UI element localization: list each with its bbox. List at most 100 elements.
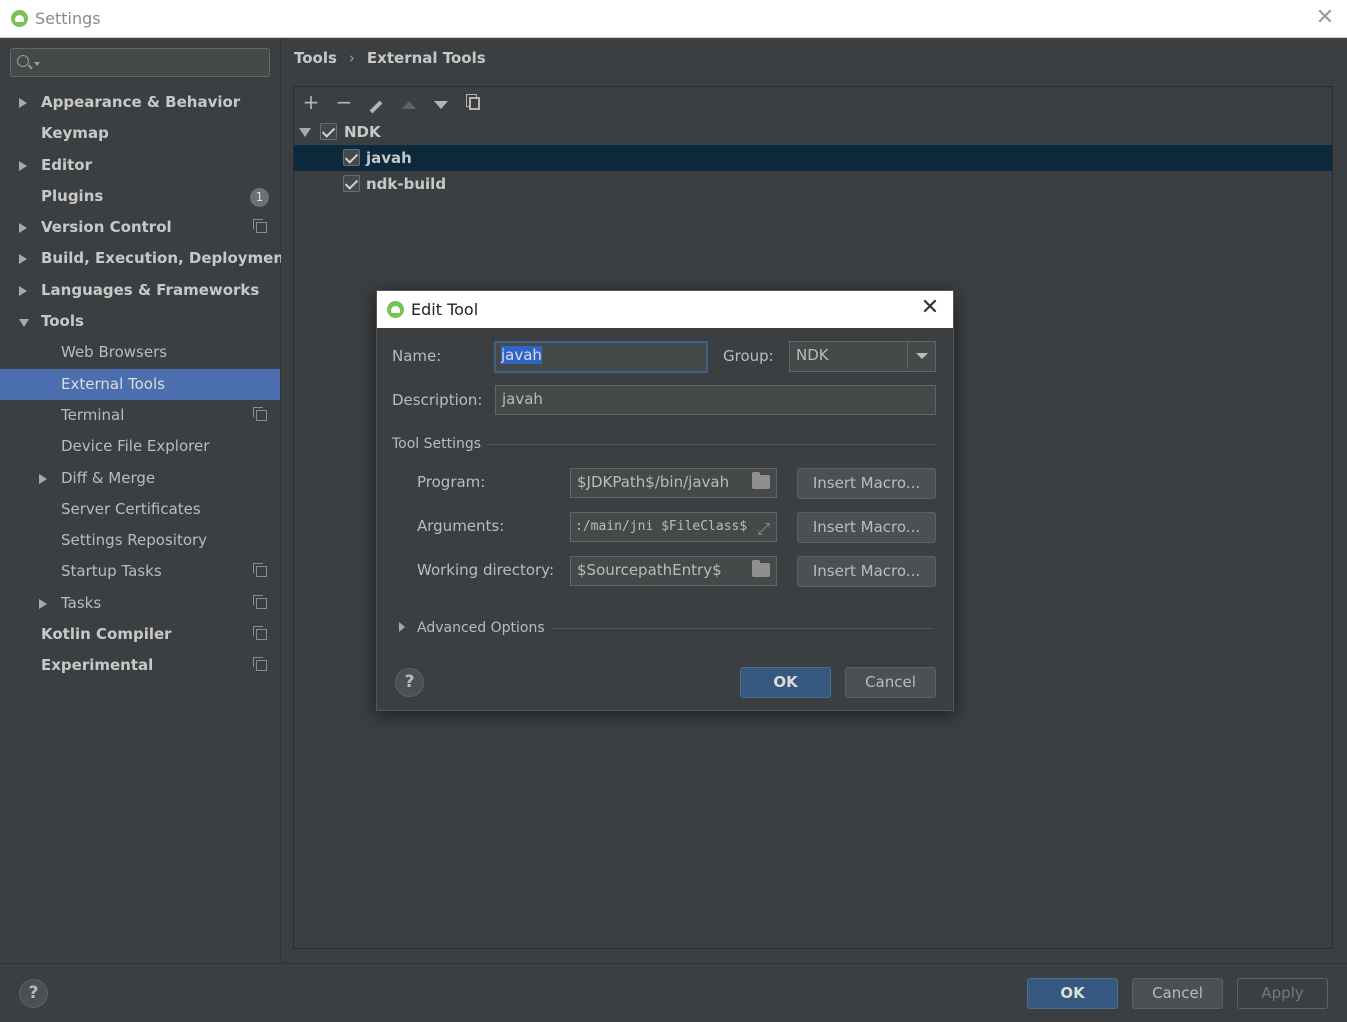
tool-group-ndk[interactable]: NDK [294, 119, 1332, 145]
breadcrumb-parent[interactable]: Tools [294, 49, 337, 67]
sidebar-item-keymap[interactable]: Keymap [0, 118, 280, 149]
sidebar-item-diff-merge[interactable]: Diff & Merge [0, 463, 280, 494]
description-field[interactable]: javah [495, 385, 936, 415]
move-up-button[interactable] [400, 94, 418, 112]
sidebar-item-label: Web Browsers [61, 343, 168, 362]
working-directory-field[interactable]: $SourcepathEntry$ [570, 556, 777, 586]
name-field[interactable]: javah [494, 341, 708, 373]
sidebar-item-editor[interactable]: Editor [0, 150, 280, 181]
settings-tree: Appearance & Behavior Keymap Editor Plugins… [0, 87, 291, 682]
sidebar-item-plugins[interactable]: Plugins 1 [0, 181, 280, 212]
collapsed-arrow-icon[interactable] [19, 285, 27, 296]
sidebar-item-server-certificates[interactable]: Server Certificates [0, 494, 280, 525]
updates-badge: 1 [250, 187, 269, 207]
sidebar-item-build-execution-deployment[interactable]: Build, Execution, Deployment [0, 243, 291, 274]
project-level-icon [253, 626, 267, 641]
tool-settings-label: Tool Settings [392, 436, 482, 452]
tool-item-ndk-build[interactable]: ndk-build [294, 171, 1332, 197]
project-level-icon [253, 219, 267, 234]
collapsed-arrow-icon[interactable] [19, 98, 27, 108]
ok-button[interactable]: OK [1027, 978, 1118, 1009]
edit-tool-button[interactable] [367, 94, 385, 114]
arguments-insert-macro-button[interactable]: Insert Macro... [797, 512, 936, 543]
search-history-caret-icon[interactable] [34, 62, 40, 66]
sidebar-item-label: Server Certificates [61, 499, 201, 518]
arguments-field[interactable]: :/main/jni $FileClass$ [570, 512, 777, 542]
expanded-arrow-icon[interactable] [299, 128, 311, 137]
tool-checkbox[interactable] [343, 175, 360, 192]
window-titlebar: Settings ✕ [0, 0, 1347, 38]
tool-checkbox[interactable] [343, 149, 360, 166]
window-close-icon[interactable]: ✕ [1313, 6, 1337, 30]
sidebar-item-label: Version Control [41, 218, 172, 237]
advanced-options-toggle[interactable]: Advanced Options [417, 620, 545, 636]
group-combobox[interactable]: NDK [789, 341, 936, 372]
copy-tool-button[interactable] [465, 94, 483, 112]
group-label: Group: [723, 347, 774, 365]
android-studio-icon [11, 10, 28, 27]
working-directory-insert-macro-button[interactable]: Insert Macro... [797, 556, 936, 587]
collapsed-arrow-icon[interactable] [19, 160, 27, 171]
collapsed-arrow-icon[interactable] [39, 598, 47, 609]
dialog-help-button[interactable]: ? [395, 668, 424, 697]
sidebar-item-label: Kotlin Compiler [41, 625, 172, 644]
settings-search[interactable] [10, 48, 270, 77]
sidebar-item-web-browsers[interactable]: Web Browsers [0, 337, 280, 368]
sidebar-item-experimental[interactable]: Experimental [0, 650, 280, 681]
sidebar-item-label: Diff & Merge [61, 468, 156, 487]
pencil-icon [369, 100, 383, 114]
program-label: Program: [417, 473, 486, 491]
collapsed-arrow-icon[interactable] [19, 254, 27, 265]
sidebar-item-settings-repository[interactable]: Settings Repository [0, 525, 280, 556]
dialog-close-icon[interactable]: ✕ [918, 296, 942, 320]
expand-icon[interactable] [752, 515, 770, 541]
sidebar-item-tools[interactable]: Tools [0, 306, 280, 337]
collapsed-arrow-icon[interactable] [399, 622, 405, 632]
sidebar-item-label: Languages & Frameworks [41, 280, 260, 299]
sidebar-item-appearance-behavior[interactable]: Appearance & Behavior [0, 87, 280, 118]
dialog-ok-button[interactable]: OK [740, 667, 831, 698]
remove-tool-button[interactable]: − [335, 92, 353, 112]
sidebar-item-label: Tools [41, 312, 84, 331]
tool-item-javah[interactable]: javah [294, 145, 1332, 171]
android-studio-icon [387, 301, 404, 318]
expanded-arrow-icon[interactable] [19, 319, 29, 328]
collapsed-arrow-icon[interactable] [39, 473, 47, 484]
sidebar-item-terminal[interactable]: Terminal [0, 400, 280, 431]
add-tool-button[interactable]: + [302, 92, 320, 112]
program-insert-macro-button[interactable]: Insert Macro... [797, 468, 936, 499]
folder-icon[interactable] [752, 560, 770, 577]
sidebar-item-version-control[interactable]: Version Control [0, 212, 280, 243]
chevron-down-icon[interactable] [907, 342, 935, 369]
cancel-button[interactable]: Cancel [1132, 978, 1223, 1009]
sidebar-item-label: Terminal [61, 405, 125, 424]
edit-tool-dialog: Edit Tool ✕ Name: javah Group: NDK Descr… [376, 290, 954, 711]
folder-icon[interactable] [752, 472, 770, 489]
sidebar-item-label: Plugins [41, 186, 104, 205]
sidebar-item-kotlin-compiler[interactable]: Kotlin Compiler [0, 619, 280, 650]
dialog-cancel-button[interactable]: Cancel [845, 667, 936, 698]
project-level-icon [253, 657, 267, 672]
program-field[interactable]: $JDKPath$/bin/javah [570, 468, 777, 498]
sidebar-item-device-file-explorer[interactable]: Device File Explorer [0, 431, 280, 462]
sidebar-item-label: Build, Execution, Deployment [41, 249, 292, 268]
sidebar-item-external-tools[interactable]: External Tools [0, 368, 280, 400]
sidebar-item-label: Startup Tasks [61, 562, 162, 581]
external-tools-tree: NDK javah ndk-build [294, 119, 1332, 197]
tool-group-checkbox[interactable] [320, 123, 337, 140]
move-down-button[interactable] [432, 94, 450, 112]
name-label: Name: [392, 347, 442, 365]
apply-button[interactable]: Apply [1237, 978, 1328, 1009]
sidebar-item-languages-frameworks[interactable]: Languages & Frameworks [0, 275, 280, 306]
arrow-up-icon [402, 101, 416, 109]
project-level-icon [253, 594, 267, 609]
collapsed-arrow-icon[interactable] [19, 223, 27, 234]
program-field-value: $JDKPath$/bin/javah [577, 473, 730, 491]
sidebar-item-tasks[interactable]: Tasks [0, 588, 280, 619]
search-icon [17, 55, 29, 67]
help-button[interactable]: ? [19, 979, 48, 1008]
project-level-icon [253, 406, 267, 421]
sidebar-item-startup-tasks[interactable]: Startup Tasks [0, 556, 280, 587]
breadcrumb: Tools › External Tools [294, 49, 486, 67]
settings-search-input[interactable] [41, 52, 261, 73]
